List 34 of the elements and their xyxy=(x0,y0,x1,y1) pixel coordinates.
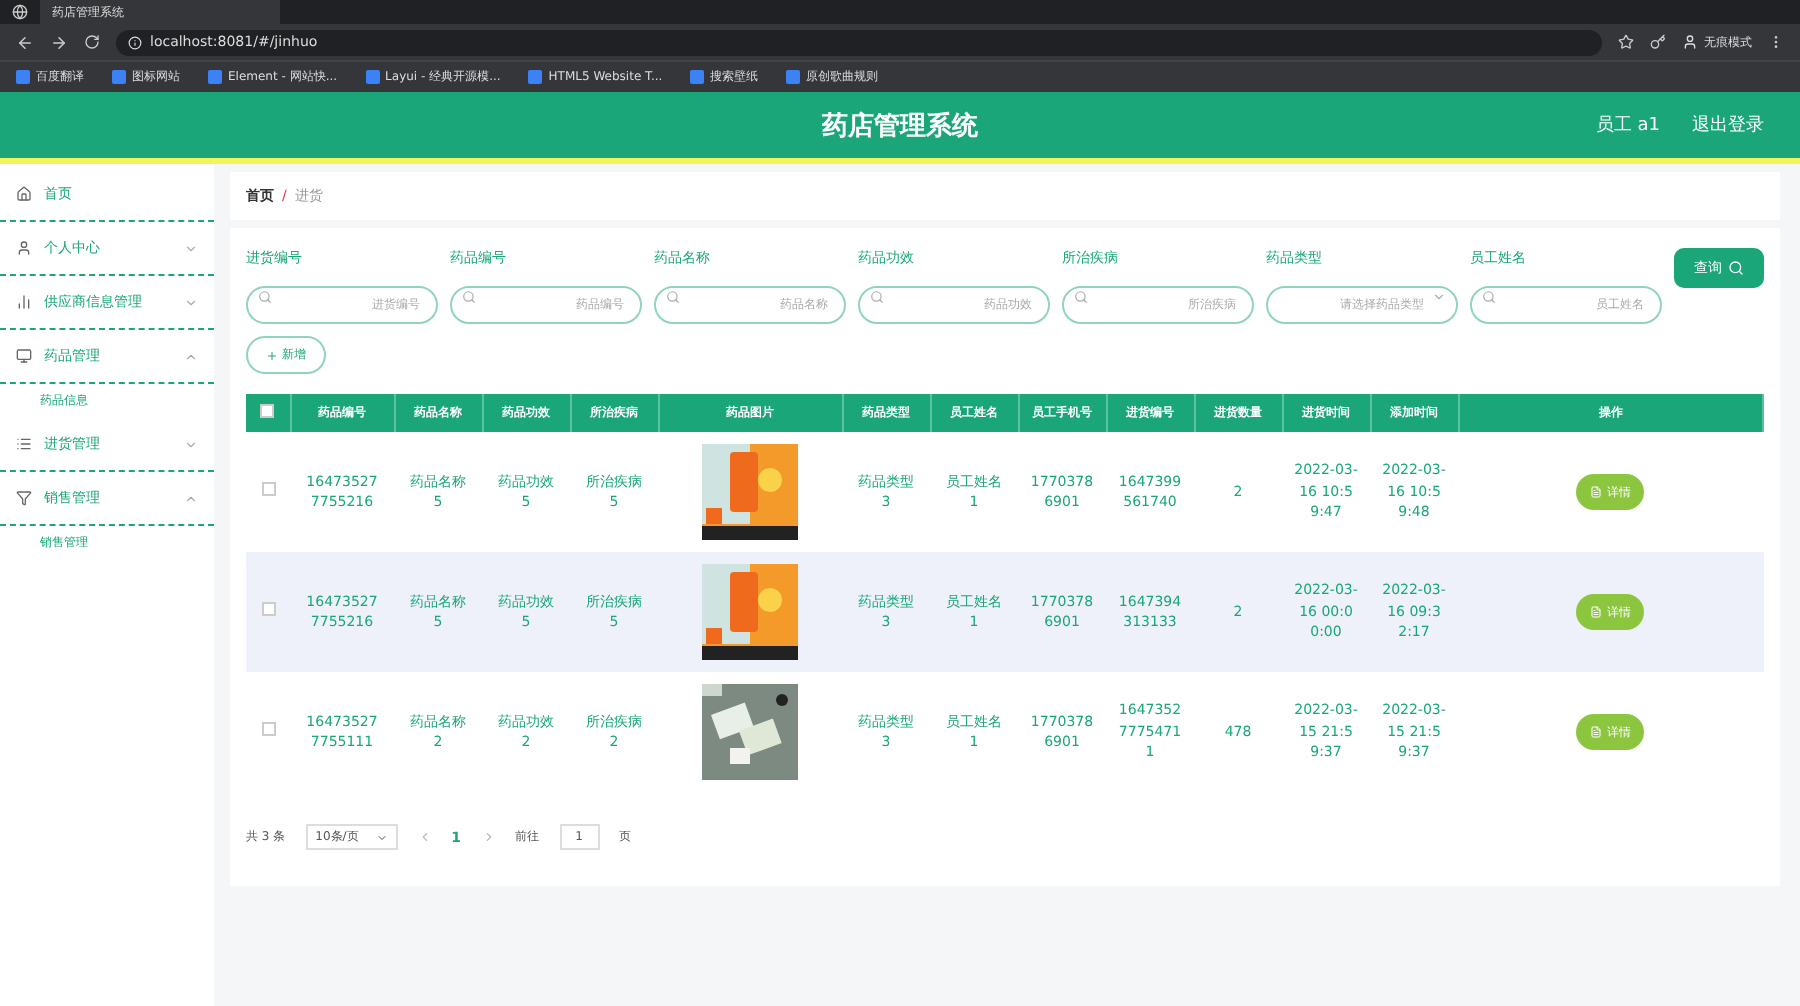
key-icon[interactable] xyxy=(1650,34,1666,50)
globe-icon xyxy=(12,4,28,20)
search-icon xyxy=(1482,290,1496,304)
checkbox[interactable] xyxy=(261,601,275,616)
back-icon[interactable] xyxy=(16,33,34,51)
user-name: 员工 a1 xyxy=(1595,113,1660,138)
document-icon xyxy=(1590,726,1603,738)
search-icon xyxy=(1074,290,1088,304)
chevron-icon xyxy=(1432,290,1446,304)
monitor-icon xyxy=(16,348,32,364)
checkbox[interactable] xyxy=(261,481,275,496)
logout-link[interactable]: 退出登录 xyxy=(1692,112,1764,138)
search-icon xyxy=(462,290,476,304)
user-icon xyxy=(1682,34,1698,50)
search-icon xyxy=(870,290,884,304)
document-icon xyxy=(1590,606,1603,618)
info-icon xyxy=(128,35,142,49)
home-icon xyxy=(16,186,32,202)
document-icon xyxy=(1590,486,1603,498)
plus-icon xyxy=(266,349,278,361)
list-icon xyxy=(16,436,32,452)
filter-icon xyxy=(16,490,32,506)
search-icon xyxy=(1728,260,1744,276)
app-title: 药店管理系统 xyxy=(822,109,978,143)
forward-icon[interactable] xyxy=(50,33,68,51)
user-icon xyxy=(16,240,32,256)
bar-chart-icon xyxy=(16,294,32,310)
checkbox[interactable] xyxy=(261,721,275,736)
checkbox[interactable] xyxy=(260,404,275,418)
chevron-icon xyxy=(375,831,388,843)
star-icon[interactable] xyxy=(1618,34,1634,50)
search-icon xyxy=(666,290,680,304)
reload-icon[interactable] xyxy=(84,34,100,50)
search-icon xyxy=(258,290,272,304)
